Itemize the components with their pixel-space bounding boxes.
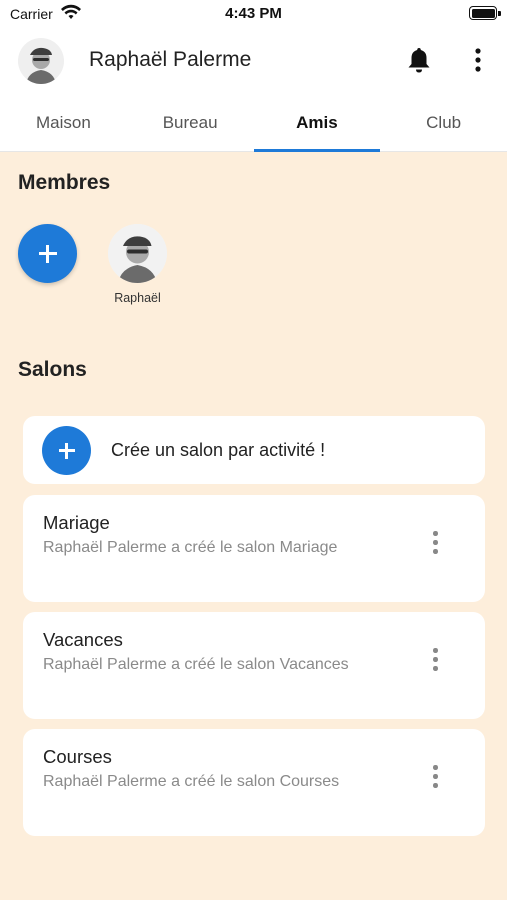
user-name: Raphaël Palerme — [89, 48, 252, 71]
salon-subtitle: Raphaël Palerme a créé le salon Mariage — [43, 539, 338, 556]
tab-bureau[interactable]: Bureau — [127, 92, 254, 151]
status-bar: Carrier 4:43 PM — [0, 0, 507, 30]
dot — [433, 657, 438, 662]
salons-title: Salons — [18, 358, 87, 381]
more-vert-icon[interactable] — [464, 46, 492, 74]
salon-card-courses[interactable]: Courses Raphaël Palerme a créé le salon … — [23, 729, 485, 836]
dot — [433, 774, 438, 779]
tab-maison[interactable]: Maison — [0, 92, 127, 151]
salon-card-vacances[interactable]: Vacances Raphaël Palerme a créé le salon… — [23, 612, 485, 719]
salon-title: Mariage — [43, 512, 110, 533]
salon-subtitle: Raphaël Palerme a créé le salon Courses — [43, 773, 340, 790]
members-title: Membres — [18, 171, 111, 194]
bell-icon[interactable] — [406, 46, 432, 74]
create-salon-card[interactable]: Crée un salon par activité ! — [23, 416, 485, 484]
member-name: Raphaël — [114, 291, 161, 305]
dot — [433, 666, 438, 671]
battery-icon — [469, 6, 501, 20]
member-photo — [108, 224, 167, 283]
member-avatar[interactable] — [108, 224, 167, 283]
avatar-photo — [18, 38, 64, 84]
tab-bar: Maison Bureau Amis Club — [0, 92, 507, 152]
salon-subtitle: Raphaël Palerme a créé le salon Vacances — [43, 656, 349, 673]
salon-title: Courses — [43, 746, 112, 767]
salon-title: Vacances — [43, 629, 123, 650]
dot — [433, 531, 438, 536]
dot — [433, 765, 438, 770]
salon-more-icon[interactable] — [429, 648, 441, 672]
salon-card-mariage[interactable]: Mariage Raphaël Palerme a créé le salon … — [23, 495, 485, 602]
dot — [433, 648, 438, 653]
clock: 4:43 PM — [225, 5, 282, 22]
add-member-button[interactable] — [18, 224, 77, 283]
salon-more-icon[interactable] — [429, 531, 441, 555]
avatar[interactable] — [18, 38, 64, 84]
app-bar: Raphaël Palerme — [0, 30, 507, 92]
add-salon-button[interactable] — [42, 426, 91, 475]
dot — [433, 783, 438, 788]
salon-more-icon[interactable] — [429, 765, 441, 789]
dot — [433, 540, 438, 545]
create-salon-label: Crée un salon par activité ! — [111, 440, 326, 460]
tab-amis[interactable]: Amis — [253, 92, 381, 152]
tab-club[interactable]: Club — [380, 92, 507, 151]
dot — [433, 549, 438, 554]
